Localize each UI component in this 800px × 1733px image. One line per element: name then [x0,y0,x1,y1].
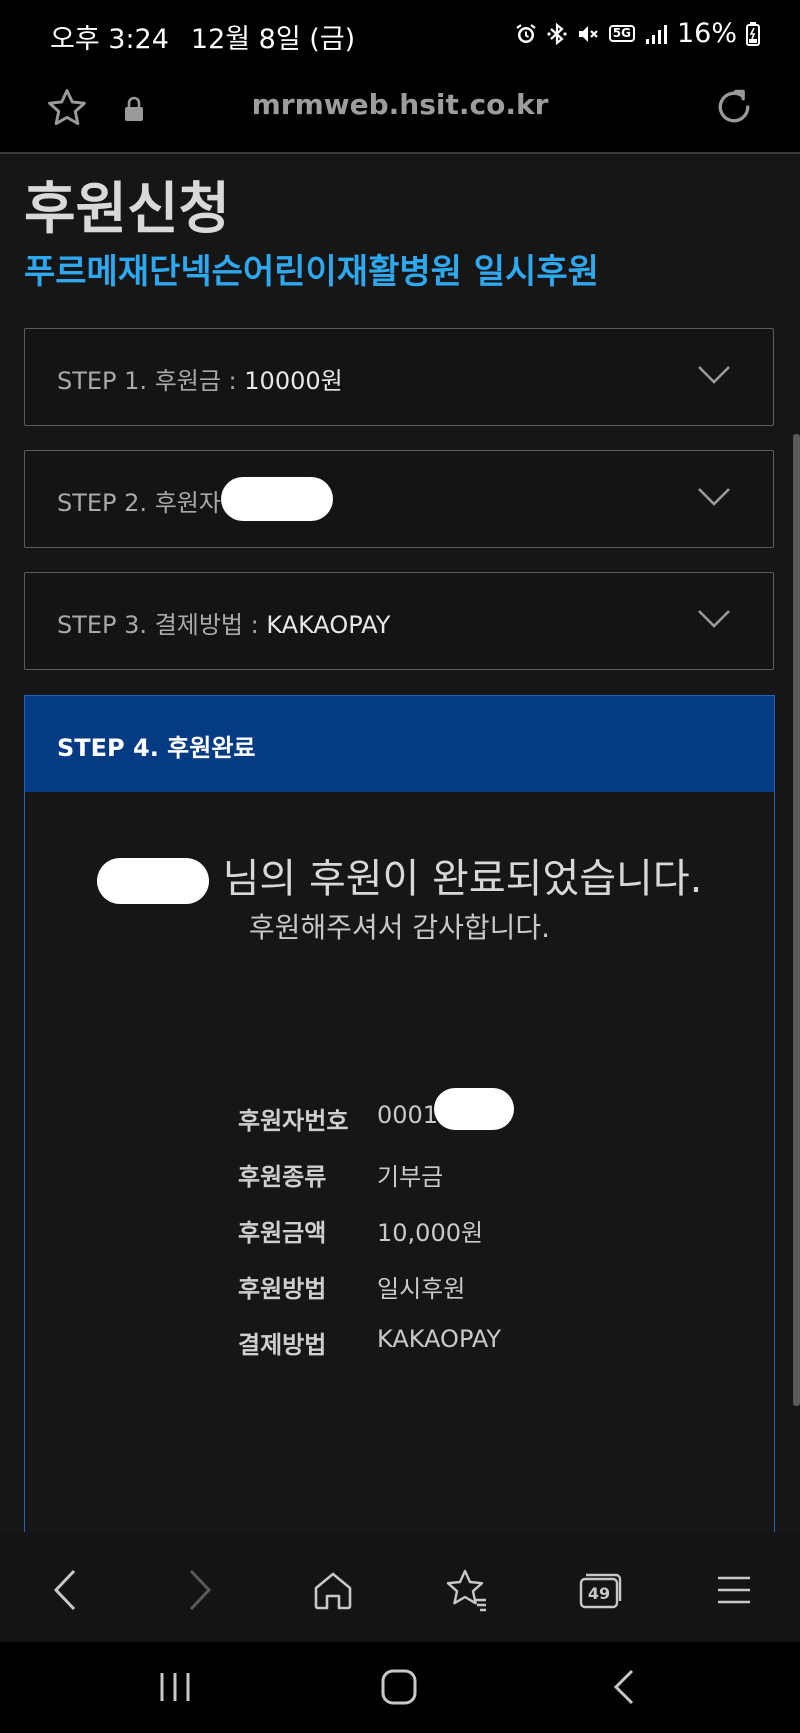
home-nav-button[interactable] [369,1662,429,1712]
home-button[interactable] [305,1562,361,1618]
step-1-value: 10000원 [244,367,343,395]
system-navigation-bar [0,1642,800,1733]
browser-toolbar: 49 [0,1532,800,1642]
back-nav-icon [613,1669,634,1705]
tabs-button[interactable]: 49 [572,1562,628,1618]
hamburger-menu-icon [718,1576,750,1604]
page-subtitle: 푸르메재단넥슨어린이재활병원 일시후원 [24,252,599,292]
detail-key: 후원종류 [238,1163,327,1191]
step-3-label: STEP 3. 결제방법 : KAKAOPAY [57,605,390,640]
bluetooth-icon [547,22,567,45]
step-2-accordion[interactable]: STEP 2. 후원자 [24,450,774,548]
battery-charging-icon [746,21,760,46]
chevron-down-icon[interactable] [697,609,731,629]
step-3-title: STEP 3. 결제방법 : [57,611,267,639]
detail-key: 후원방법 [238,1275,327,1303]
home-icon [314,1572,352,1610]
status-icons: 5G 16% [514,18,760,49]
redacted-donor-name [220,477,333,521]
date-text: 12월 8일 (금) [190,24,356,55]
step-1-accordion[interactable]: STEP 1. 후원금 : 10000원 [24,328,774,426]
tab-count: 49 [588,1584,610,1603]
detail-key: 후원자번호 [238,1107,349,1135]
chevron-down-icon[interactable] [697,487,731,507]
step-3-accordion[interactable]: STEP 3. 결제방법 : KAKAOPAY [24,572,774,670]
thanks-message: 후원해주셔서 감사합니다. [248,911,551,944]
back-nav-button[interactable] [594,1662,654,1712]
bookmarks-star-icon [446,1569,486,1612]
chevron-down-icon[interactable] [697,365,731,385]
chevron-right-icon [189,1569,212,1611]
detail-key: 후원금액 [238,1219,327,1247]
recent-apps-icon [160,1673,190,1701]
home-nav-icon [381,1669,417,1705]
status-time: 오후 3:24 12월 8일 (금) [50,17,355,56]
redacted-donor-name [96,858,209,904]
completion-message-text: 님의 후원이 완료되었습니다. [222,856,703,902]
status-bar: 오후 3:24 12월 8일 (금) 5G 16% [0,0,800,70]
mute-icon [578,25,598,42]
signal-icon [645,24,667,44]
detail-value: 10,000원 [377,1219,484,1247]
step-2-label: STEP 2. 후원자 [57,477,333,521]
menu-button[interactable] [706,1562,762,1618]
step-4-title: STEP 4. 후원완료 [57,734,256,762]
step-4-panel: STEP 4. 후원완료 님의 후원이 완료되었습니다. 후원해주셔서 감사합니… [24,695,775,1532]
step-3-value: KAKAOPAY [266,611,391,639]
step-4-header[interactable]: STEP 4. 후원완료 [25,696,774,792]
step-1-title: STEP 1. 후원금 : [57,367,245,395]
detail-value: 0001 [377,1088,515,1130]
scrollbar[interactable] [793,434,800,1406]
tabs-icon: 49 [579,1573,622,1609]
detail-value: 기부금 [377,1163,444,1191]
page-title: 후원신청 [24,177,231,242]
alarm-icon [516,23,536,43]
browser-address-bar: mrmweb.hsit.co.kr [0,70,800,154]
back-button[interactable] [37,1562,93,1618]
network-5g-icon: 5G [608,25,635,42]
detail-key: 결제방법 [238,1331,327,1359]
step-1-label: STEP 1. 후원금 : 10000원 [57,361,343,396]
step-2-title: STEP 2. 후원자 [57,489,221,517]
bookmarks-button[interactable] [439,1562,495,1618]
url-text[interactable]: mrmweb.hsit.co.kr [0,88,800,121]
completion-message: 님의 후원이 완료되었습니다. [25,846,774,904]
detail-value: 일시후원 [377,1275,466,1303]
clock-text: 오후 3:24 [50,24,169,55]
forward-button[interactable] [172,1562,228,1618]
redacted-donor-number [434,1088,515,1130]
recent-apps-button[interactable] [145,1662,205,1712]
chevron-left-icon [53,1569,76,1611]
reload-icon[interactable] [712,85,756,129]
battery-percent: 16% [676,18,737,49]
detail-value: KAKAOPAY [377,1325,502,1353]
page-content: 후원신청 푸르메재단넥슨어린이재활병원 일시후원 STEP 1. 후원금 : 1… [0,154,800,1532]
